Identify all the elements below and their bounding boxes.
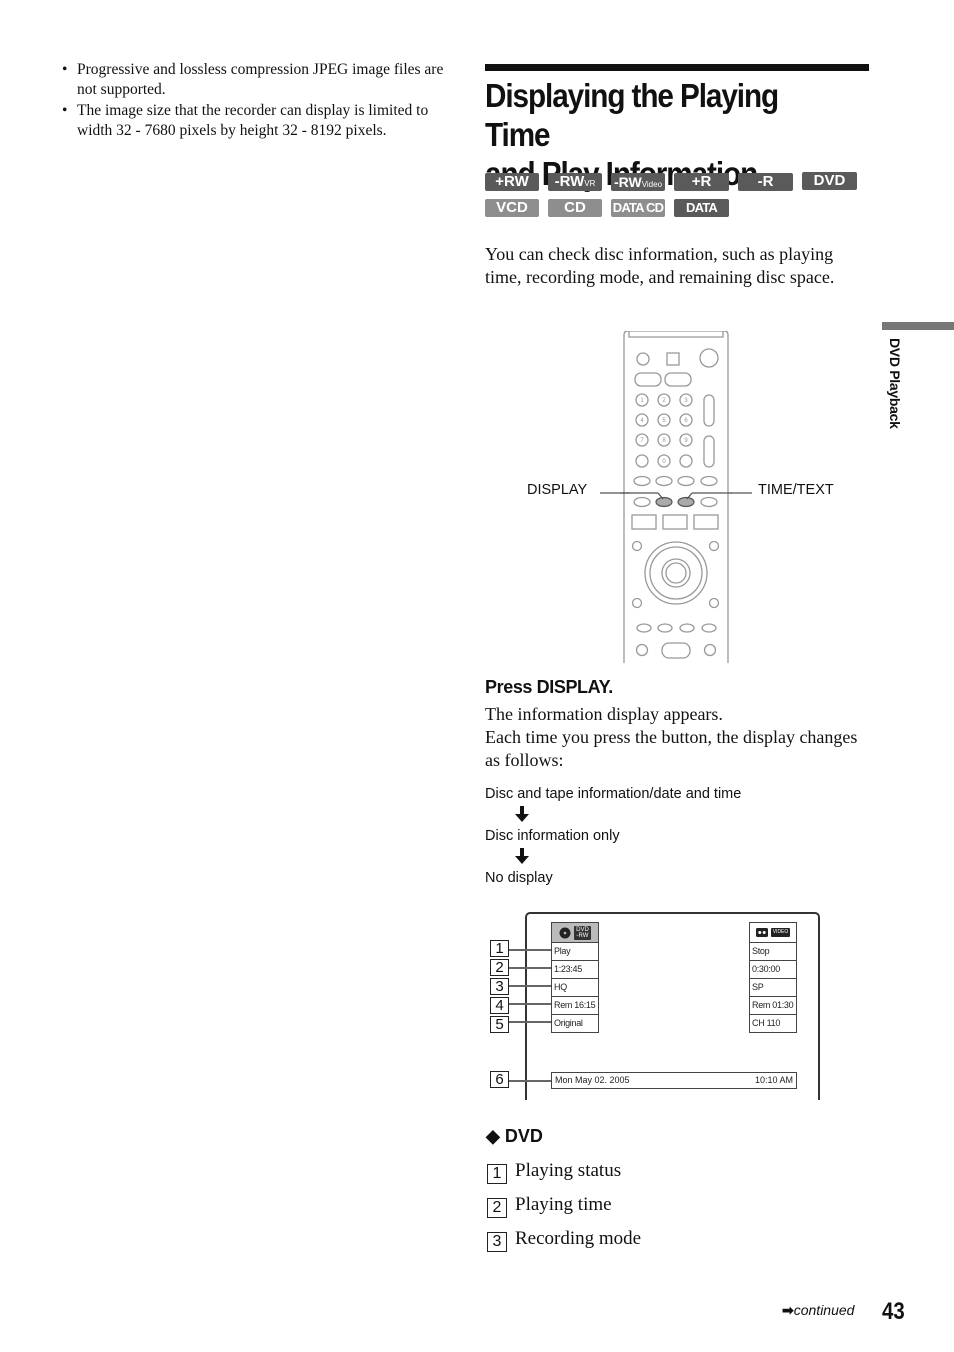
badge-minus-rw-vr: -RWVR bbox=[548, 173, 602, 191]
note-item: • The image size that the recorder can di… bbox=[62, 102, 429, 139]
disc-recording-mode: HQ bbox=[552, 978, 598, 996]
disc-type-indicator: DVD -RW bbox=[552, 923, 598, 942]
callout-number: 5 bbox=[490, 1016, 509, 1033]
disc-remaining-space: Rem 16:15 bbox=[552, 996, 598, 1014]
callout-number: 4 bbox=[490, 997, 509, 1014]
display-leader-line bbox=[600, 492, 630, 494]
badge-plus-r: +R bbox=[674, 173, 729, 191]
tape-recording-mode: SP bbox=[750, 978, 796, 996]
badge-plus-rw: +RW bbox=[485, 173, 539, 191]
badge-minus-r: -R bbox=[738, 173, 793, 191]
svg-text:5: 5 bbox=[662, 418, 666, 424]
info-display-illustration: DVD -RW Play 1:23:45 HQ Rem 16:15 Origina… bbox=[488, 910, 823, 1100]
badge-cd: CD bbox=[548, 199, 602, 217]
badge-data-cd: DATA CD bbox=[611, 199, 665, 217]
svg-text:6: 6 bbox=[684, 418, 688, 424]
svg-text:8: 8 bbox=[662, 438, 666, 444]
notes-list: • Progressive and lossless compression JP… bbox=[62, 60, 454, 142]
intro-text: You can check disc information, such as … bbox=[485, 244, 835, 287]
step-heading: Press DISPLAY. bbox=[485, 677, 613, 697]
badge-data-dvd: DATA DVD bbox=[674, 199, 729, 233]
tape-remaining-time: Rem 01:30 bbox=[750, 996, 796, 1014]
legend-item: 2 Playing time bbox=[487, 1194, 612, 1218]
disc-title-type: Original bbox=[552, 1014, 598, 1032]
svg-text:7: 7 bbox=[640, 438, 644, 444]
tape-playing-status: Stop bbox=[750, 942, 796, 960]
callout-number: 6 bbox=[490, 1071, 509, 1088]
svg-text:4: 4 bbox=[640, 418, 644, 424]
display-callout-label: DISPLAY bbox=[527, 482, 588, 498]
disc-info-column: DVD -RW Play 1:23:45 HQ Rem 16:15 Origina… bbox=[551, 922, 599, 1033]
video-label: VIDEO bbox=[770, 928, 791, 937]
svg-text:3: 3 bbox=[684, 398, 688, 404]
page-number: 43 bbox=[882, 1298, 905, 1325]
current-date: Mon May 02. 2005 bbox=[555, 1075, 630, 1085]
open-button-icon bbox=[666, 352, 680, 366]
power-button-icon bbox=[699, 348, 719, 368]
legend-item: 1 Playing status bbox=[487, 1160, 621, 1184]
current-time: 10:10 AM bbox=[754, 1075, 793, 1085]
cassette-icon bbox=[755, 928, 768, 937]
time-text-leader-line bbox=[730, 492, 752, 494]
cycle-step: Disc information only bbox=[485, 828, 620, 844]
right-arrow-icon: ➡ bbox=[782, 1302, 794, 1318]
continued-note: ➡continued bbox=[782, 1302, 855, 1318]
note-item: • Progressive and lossless compression JP… bbox=[62, 61, 444, 98]
tape-counter: 0:30:00 bbox=[750, 960, 796, 978]
remote-control-illustration: 1 2 3 4 5 6 7 8 9 0 bbox=[620, 331, 732, 663]
down-arrow-icon bbox=[515, 848, 529, 864]
time-text-callout-label: TIME/TEXT bbox=[758, 482, 834, 498]
dvd-subheading: ◆ DVD bbox=[486, 1126, 543, 1146]
remote-body-outline bbox=[623, 331, 729, 663]
svg-text:0: 0 bbox=[662, 459, 666, 465]
tape-type-indicator: VIDEO bbox=[750, 923, 796, 942]
dvd-rw-label: DVD -RW bbox=[574, 925, 591, 940]
badge-vcd: VCD bbox=[485, 199, 539, 217]
chapter-side-tab: DVD Playback bbox=[887, 338, 903, 429]
callout-number: 2 bbox=[490, 959, 509, 976]
svg-text:2: 2 bbox=[662, 398, 666, 404]
date-time-bar: Mon May 02. 2005 10:10 AM bbox=[551, 1072, 797, 1089]
diamond-icon: ◆ bbox=[486, 1126, 500, 1146]
svg-text:9: 9 bbox=[684, 438, 688, 444]
down-arrow-icon bbox=[515, 806, 529, 822]
callout-number: 3 bbox=[490, 978, 509, 995]
cycle-step: No display bbox=[485, 870, 553, 886]
disc-icon bbox=[559, 927, 571, 938]
time-text-button[interactable] bbox=[677, 496, 695, 508]
disc-playing-status: Play bbox=[552, 942, 598, 960]
callout-number: 1 bbox=[490, 940, 509, 957]
legend-item: 3 Recording mode bbox=[487, 1228, 641, 1252]
svg-text:1: 1 bbox=[640, 398, 644, 404]
side-tab-marker bbox=[882, 322, 954, 330]
cycle-step: Disc and tape information/date and time bbox=[485, 786, 742, 802]
tape-channel: CH 110 bbox=[750, 1014, 796, 1032]
display-button[interactable] bbox=[655, 496, 673, 508]
disc-playing-time: 1:23:45 bbox=[552, 960, 598, 978]
badge-dvd: DVD bbox=[802, 172, 857, 190]
title-rule bbox=[485, 64, 869, 71]
eject-button-icon bbox=[636, 352, 650, 366]
badge-minus-rw-video: -RWVideo bbox=[611, 173, 665, 191]
tape-info-column: VIDEO Stop 0:30:00 SP Rem 01:30 CH 110 bbox=[749, 922, 797, 1033]
step-description: The information display appears. Each ti… bbox=[485, 704, 858, 770]
